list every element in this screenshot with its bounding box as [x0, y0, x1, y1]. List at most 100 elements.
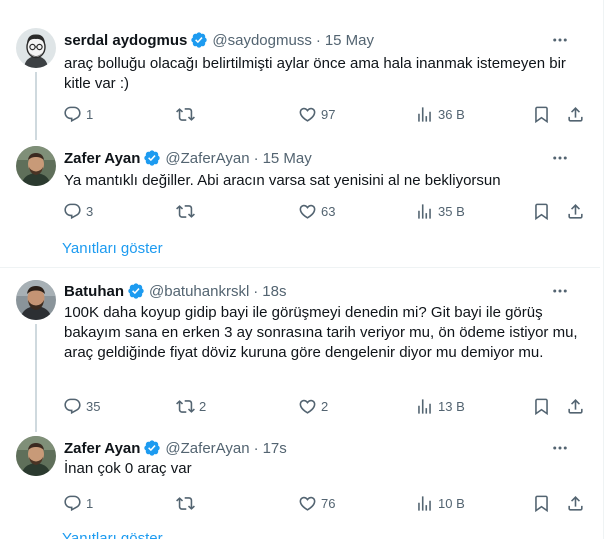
bookmark-icon — [535, 495, 548, 512]
display-name[interactable]: serdal aydogmus — [64, 32, 187, 49]
user-handle[interactable]: @ZaferAyan — [165, 150, 249, 167]
reply-icon — [64, 398, 81, 414]
photo-avatar-icon — [16, 146, 56, 186]
view-count: 13 B — [438, 398, 465, 414]
tweet-actions: 35 2 2 13 B — [58, 396, 594, 416]
tweet-text: İnan çok 0 araç var — [64, 460, 192, 477]
like-button[interactable]: 76 — [298, 494, 335, 513]
separator-dot: · — [253, 439, 259, 457]
tweet[interactable]: serdal aydogmus @saydogmuss · 15 May ara… — [0, 0, 600, 140]
timestamp[interactable]: 18s — [262, 283, 286, 300]
user-handle[interactable]: @ZaferAyan — [165, 440, 249, 457]
avatar[interactable] — [16, 146, 56, 186]
show-replies-link[interactable]: Yanıtları göster — [62, 530, 163, 539]
thread-line — [35, 130, 37, 140]
like-count: 97 — [321, 106, 336, 122]
like-button[interactable]: 2 — [298, 397, 331, 416]
avatar[interactable] — [16, 436, 56, 476]
bookmark-button[interactable] — [532, 397, 551, 416]
heart-icon — [299, 107, 316, 122]
views-button[interactable]: 13 B — [415, 397, 465, 416]
views-button[interactable]: 35 B — [415, 202, 465, 221]
user-handle[interactable]: @saydogmuss — [212, 32, 311, 49]
tweet-header: Zafer Ayan @ZaferAyan · 17s — [64, 438, 287, 458]
share-icon — [568, 398, 583, 414]
avatar[interactable] — [16, 280, 56, 320]
share-button[interactable] — [566, 494, 585, 513]
retweet-button[interactable] — [176, 105, 209, 124]
share-button[interactable] — [566, 397, 585, 416]
retweet-button[interactable] — [176, 202, 209, 221]
reply-count: 3 — [86, 203, 94, 219]
timeline-border — [603, 0, 604, 539]
analytics-icon — [418, 203, 431, 219]
show-replies-link[interactable]: Yanıtları göster — [62, 240, 163, 257]
reply-icon — [64, 106, 81, 122]
view-count: 35 B — [438, 203, 465, 219]
bookmark-button[interactable] — [532, 105, 551, 124]
like-button[interactable]: 97 — [298, 105, 335, 124]
bookmark-icon — [535, 398, 548, 415]
more-options-button[interactable] — [550, 148, 570, 168]
tweet[interactable]: Zafer Ayan @ZaferAyan · 17s İnan çok 0 a… — [0, 432, 600, 539]
photo-avatar-icon — [16, 280, 56, 320]
verified-badge-icon[interactable] — [127, 282, 145, 300]
share-button[interactable] — [566, 202, 585, 221]
retweet-icon — [176, 204, 195, 218]
display-name[interactable]: Zafer Ayan — [64, 440, 140, 457]
avatar[interactable] — [16, 28, 56, 68]
like-button[interactable]: 63 — [298, 202, 335, 221]
tweet-header: serdal aydogmus @saydogmuss · 15 May — [64, 30, 374, 50]
user-handle[interactable]: @batuhankrskl — [149, 283, 249, 300]
timestamp[interactable]: 15 May — [325, 32, 374, 49]
display-name[interactable]: Zafer Ayan — [64, 150, 140, 167]
reply-button[interactable]: 3 — [63, 202, 96, 221]
tweet-text: 100K daha koyup gidip bayi ile görüşmeyi… — [64, 304, 578, 361]
share-icon — [568, 203, 583, 219]
share-icon — [568, 495, 583, 511]
tweet[interactable]: Zafer Ayan @ZaferAyan · 15 May Ya mantık… — [0, 130, 600, 268]
retweet-icon — [176, 399, 195, 413]
heart-icon — [299, 399, 316, 414]
reply-count: 1 — [86, 495, 94, 511]
more-options-button[interactable] — [550, 438, 570, 458]
reply-button[interactable]: 1 — [63, 494, 96, 513]
tweet-actions: 1 97 36 B — [58, 104, 594, 124]
more-icon — [553, 446, 567, 450]
more-options-button[interactable] — [550, 281, 570, 301]
verified-badge-icon[interactable] — [143, 149, 161, 167]
separator-dot: · — [253, 282, 259, 300]
reply-button[interactable]: 1 — [63, 105, 96, 124]
tweet[interactable]: Batuhan @batuhankrskl · 18s 100K daha ko… — [0, 268, 600, 432]
more-icon — [553, 156, 567, 160]
reply-button[interactable]: 35 — [63, 397, 100, 416]
retweet-icon — [176, 107, 195, 121]
analytics-icon — [418, 106, 431, 122]
tweet-actions: 1 76 10 B — [58, 493, 594, 513]
analytics-icon — [418, 398, 431, 414]
timestamp[interactable]: 17s — [263, 440, 287, 457]
analytics-icon — [418, 495, 431, 511]
verified-badge-icon[interactable] — [143, 439, 161, 457]
share-button[interactable] — [566, 105, 585, 124]
tweet-header: Zafer Ayan @ZaferAyan · 15 May — [64, 148, 312, 168]
bookmark-button[interactable] — [532, 202, 551, 221]
retweet-button[interactable]: 2 — [176, 397, 209, 416]
view-count: 36 B — [438, 106, 465, 122]
reply-icon — [64, 203, 81, 219]
views-button[interactable]: 36 B — [415, 105, 465, 124]
cartoon-avatar-icon — [16, 28, 56, 68]
retweet-button[interactable] — [176, 494, 209, 513]
bookmark-icon — [535, 203, 548, 220]
tweet-text: Ya mantıklı değiller. Abi aracın varsa s… — [64, 172, 501, 189]
verified-badge-icon[interactable] — [190, 31, 208, 49]
thread-line — [35, 324, 37, 432]
display-name[interactable]: Batuhan — [64, 283, 124, 300]
more-options-button[interactable] — [550, 30, 570, 50]
reply-icon — [64, 495, 81, 511]
share-icon — [568, 106, 583, 122]
bookmark-button[interactable] — [532, 494, 551, 513]
timestamp[interactable]: 15 May — [263, 150, 312, 167]
views-button[interactable]: 10 B — [415, 494, 465, 513]
tweet-text: araç bolluğu olacağı belirtilmişti aylar… — [64, 55, 566, 92]
